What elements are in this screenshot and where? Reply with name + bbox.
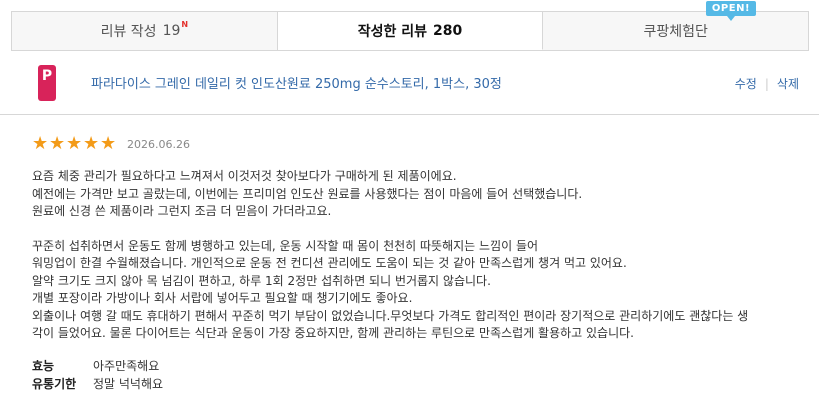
review-line: 알약 크기도 크지 않아 목 넘김이 편하고, 하루 1회 2정만 섭취하면 되…	[32, 273, 491, 288]
product-thumbnail-letter: P	[41, 68, 53, 84]
attribute-row: 유통기한 정말 넉넉해요	[32, 375, 802, 393]
review-content: ★ ★ ★ ★ ★ 2026.06.26 요즘 체중 관리가 필요하다고 느껴져서 이것…	[32, 134, 802, 393]
review-tabs: 리뷰 작성 19 N 작성한 리뷰 280 쿠팡체험단 OPEN!	[11, 1, 809, 51]
review-actions: 수정 | 삭제	[735, 75, 799, 92]
review-line: 외출이나 여행 갈 때도 휴대하기 편해서 꾸준히 먹기 부담이 없었습니다.무…	[32, 308, 749, 323]
product-thumbnail[interactable]: P	[38, 65, 56, 101]
review-paragraph: 꾸준히 섭취하면서 운동도 함께 병행하고 있는데, 운동 시작할 때 몸이 천…	[32, 238, 802, 343]
attribute-row: 효능 아주만족해요	[32, 357, 802, 375]
review-line: 원료에 신경 쓴 제품이라 그런지 조금 더 믿음이 가더라고요.	[32, 204, 332, 218]
rating-row: ★ ★ ★ ★ ★ 2026.06.26	[32, 134, 802, 154]
star-icon: ★	[100, 133, 117, 154]
attribute-label: 유통기한	[32, 376, 77, 391]
edit-review-link[interactable]: 수정	[735, 75, 757, 92]
tab-coupang-experience-label: 쿠팡체험단	[643, 24, 708, 40]
open-badge: OPEN!	[705, 1, 757, 21]
product-row: P 파라다이스 그레인 데일리 컷 인도산원료 250mg 순수스토리, 1박스…	[0, 52, 819, 115]
star-icon: ★	[66, 133, 83, 154]
tab-written-reviews-count: 280	[433, 22, 463, 39]
new-badge: N	[181, 19, 189, 29]
attribute-label: 효능	[32, 358, 55, 373]
star-icon: ★	[32, 133, 49, 154]
review-line: 요즘 체중 관리가 필요하다고 느껴져서 이것저것 찾아보다가 구매하게 된 제…	[32, 169, 457, 183]
delete-review-link[interactable]: 삭제	[777, 75, 799, 92]
product-name-link[interactable]: 파라다이스 그레인 데일리 컷 인도산원료 250mg 순수스토리, 1박스, …	[91, 73, 502, 92]
star-icon: ★	[83, 133, 100, 154]
review-attributes: 효능 아주만족해요유통기한 정말 넉넉해요	[32, 357, 802, 393]
tab-written-reviews[interactable]: 작성한 리뷰 280	[277, 12, 544, 50]
attribute-value: 아주만족해요	[93, 358, 160, 373]
action-separator: |	[764, 76, 769, 91]
star-icon: ★	[49, 133, 66, 154]
tab-coupang-experience[interactable]: 쿠팡체험단 OPEN!	[543, 1, 809, 50]
tab-write-review-label: 리뷰 작성	[100, 24, 157, 40]
attribute-value: 정말 넉넉해요	[93, 376, 164, 391]
review-paragraph: 요즘 체중 관리가 필요하다고 느껴져서 이것저것 찾아보다가 구매하게 된 제…	[32, 168, 802, 221]
review-date: 2026.06.26	[127, 137, 190, 151]
tab-write-review[interactable]: 리뷰 작성 19 N	[12, 12, 278, 50]
review-line: 예전에는 가격만 보고 골랐는데, 이번에는 프리미엄 인도산 원료를 사용했다…	[32, 186, 583, 201]
star-rating: ★ ★ ★ ★ ★	[32, 135, 117, 153]
review-body: 요즘 체중 관리가 필요하다고 느껴져서 이것저것 찾아보다가 구매하게 된 제…	[32, 168, 802, 343]
tab-written-reviews-label: 작성한 리뷰	[357, 23, 428, 40]
review-line: 개별 포장이라 가방이나 회사 서랍에 넣어두고 필요할 때 챙기기에도 좋아요…	[32, 291, 413, 305]
review-line: 각이 들었어요. 물론 다이어트는 식단과 운동이 가장 중요하지만, 함께 관…	[32, 326, 634, 340]
tab-write-review-count: 19	[162, 23, 181, 39]
review-line: 워밍업이 한결 수월해졌습니다. 개인적으로 운동 전 컨디션 관리에도 도움이…	[32, 256, 627, 270]
review-line: 꾸준히 섭취하면서 운동도 함께 병행하고 있는데, 운동 시작할 때 몸이 천…	[32, 238, 539, 253]
